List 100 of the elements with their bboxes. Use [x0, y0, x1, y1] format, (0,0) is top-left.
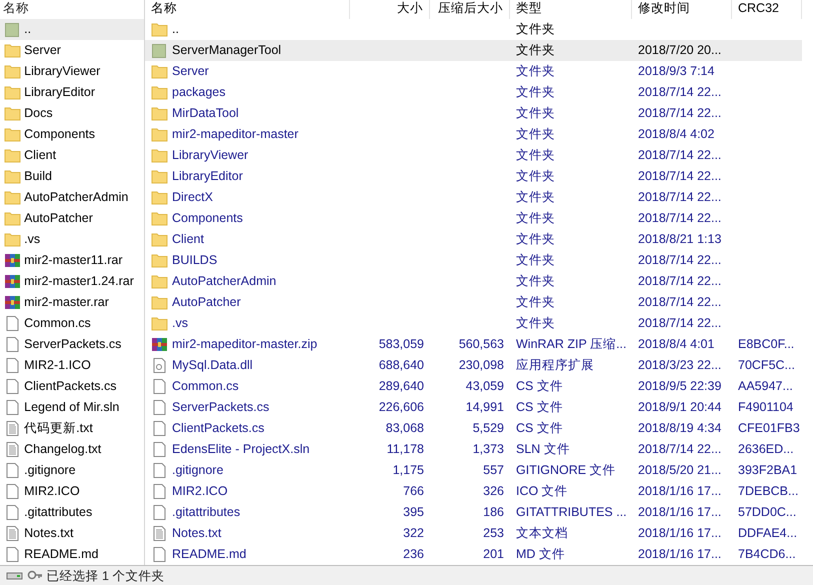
- table-cell: 文件夹: [516, 190, 555, 204]
- file-list-item[interactable]: MIR2.ICO: [0, 481, 144, 502]
- table-cell: 2018/1/16 17...: [638, 505, 722, 519]
- column-header[interactable]: 大小: [350, 0, 430, 19]
- file-list-item[interactable]: MIR2-1.ICO: [0, 355, 144, 376]
- table-cell: 83,068: [386, 421, 424, 435]
- file-list-row[interactable]: AutoPatcherAdmin 文件夹 2018/7/14 22...: [145, 271, 802, 292]
- column-header[interactable]: 名称: [0, 0, 144, 19]
- table-cell: 文件夹: [516, 43, 555, 57]
- file-icon: [151, 399, 168, 416]
- file-list-item[interactable]: Common.cs: [0, 313, 144, 334]
- column-header[interactable]: 压缩后大小: [430, 0, 510, 19]
- table-cell: 文件夹: [516, 295, 555, 309]
- file-list-row[interactable]: MIR2.ICO 766 326 ICO 文件 2018/1/16 17... 7DEBCB...: [145, 481, 802, 502]
- table-cell: 2018/9/3 7:14: [638, 64, 714, 78]
- file-list-row[interactable]: ClientPackets.cs 83,068 5,529 CS 文件 2018/8/19 4:34 CFE01FB3: [145, 418, 802, 439]
- file-list-item[interactable]: Legend of Mir.sln: [0, 397, 144, 418]
- file-list-item[interactable]: .gitignore: [0, 460, 144, 481]
- table-cell: 583,059: [378, 337, 424, 351]
- file-icon: [151, 462, 168, 479]
- folder-icon: [151, 105, 168, 122]
- file-list-row[interactable]: DirectX 文件夹 2018/7/14 22...: [145, 187, 802, 208]
- table-cell: 395: [403, 505, 424, 519]
- file-list-item[interactable]: README.md: [0, 544, 144, 565]
- file-list-item[interactable]: Build: [0, 166, 144, 187]
- archive-icon: [4, 294, 21, 311]
- table-cell: 322: [403, 526, 424, 540]
- table-cell: CFE01FB3: [738, 421, 800, 435]
- table-cell: 2018/7/14 22...: [638, 253, 722, 267]
- file-list-item[interactable]: Server: [0, 40, 144, 61]
- file-list-item[interactable]: LibraryEditor: [0, 82, 144, 103]
- column-header[interactable]: 类型: [510, 0, 632, 19]
- file-list-row[interactable]: Client 文件夹 2018/8/21 1:13: [145, 229, 802, 250]
- file-name: BUILDS: [172, 252, 218, 269]
- file-list-row[interactable]: Components 文件夹 2018/7/14 22...: [145, 208, 802, 229]
- file-list-item[interactable]: LibraryViewer: [0, 61, 144, 82]
- file-list-item[interactable]: .gitattributes: [0, 502, 144, 523]
- file-list-item[interactable]: Notes.txt: [0, 523, 144, 544]
- archive-icon: [4, 273, 21, 290]
- file-list-row[interactable]: mir2-mapeditor-master 文件夹 2018/8/4 4:02: [145, 124, 802, 145]
- file-list-item[interactable]: Components: [0, 124, 144, 145]
- file-name: mir2-mapeditor-master: [172, 126, 298, 143]
- file-list-item[interactable]: Docs: [0, 103, 144, 124]
- file-list-row[interactable]: MySql.Data.dll 688,640 230,098 应用程序扩展 2018/3/23 22... 70CF5C...: [145, 355, 802, 376]
- file-list-row[interactable]: AutoPatcher 文件夹 2018/7/14 22...: [145, 292, 802, 313]
- table-cell: E8BC0F...: [738, 337, 794, 351]
- column-header[interactable]: 修改时间: [632, 0, 732, 19]
- table-cell: 2018/7/14 22...: [638, 316, 722, 330]
- folder-icon: [4, 210, 21, 227]
- file-list-item[interactable]: ServerPackets.cs: [0, 334, 144, 355]
- table-cell: 文本文档: [516, 526, 568, 540]
- file-list-row[interactable]: README.md 236 201 MD 文件 2018/1/16 17... 7B4CD6...: [145, 544, 802, 565]
- column-header[interactable]: CRC32: [732, 0, 802, 19]
- file-list-item[interactable]: mir2-master1.24.rar: [0, 271, 144, 292]
- folder-icon: [4, 42, 21, 59]
- file-list-item[interactable]: ClientPackets.cs: [0, 376, 144, 397]
- file-list-row[interactable]: LibraryViewer 文件夹 2018/7/14 22...: [145, 145, 802, 166]
- file-name: Notes.txt: [172, 525, 222, 542]
- table-cell: 14,991: [466, 400, 504, 414]
- folder-icon: [151, 231, 168, 248]
- file-list-row[interactable]: .. 文件夹: [145, 19, 802, 40]
- file-list-row[interactable]: ServerPackets.cs 226,606 14,991 CS 文件 2018/9/1 20:44 F4901104: [145, 397, 802, 418]
- file-list-row[interactable]: mir2-mapeditor-master.zip 583,059 560,563 WinRAR ZIP 压缩... 2018/8/4 4:01 E8BC0F...: [145, 334, 802, 355]
- table-cell: 253: [483, 526, 504, 540]
- file-name: AutoPatcher: [172, 294, 241, 311]
- file-list-item[interactable]: AutoPatcher: [0, 208, 144, 229]
- file-list-item[interactable]: ..: [0, 19, 144, 40]
- file-list-row[interactable]: .gitignore 1,175 557 GITIGNORE 文件 2018/5/20 21... 393F2BA1: [145, 460, 802, 481]
- file-list-item[interactable]: 代码更新.txt: [0, 418, 144, 439]
- file-list-item[interactable]: .vs: [0, 229, 144, 250]
- file-list-row[interactable]: .vs 文件夹 2018/7/14 22...: [145, 313, 802, 334]
- table-cell: 688,640: [378, 358, 424, 372]
- table-cell: 326: [483, 484, 504, 498]
- file-name: DirectX: [172, 189, 213, 206]
- column-header[interactable]: 名称: [145, 0, 350, 19]
- table-cell: WinRAR ZIP 压缩...: [516, 337, 627, 351]
- archive-icon: [151, 336, 168, 353]
- file-list-row[interactable]: Notes.txt 322 253 文本文档 2018/1/16 17... DDFAE4...: [145, 523, 802, 544]
- file-list-item[interactable]: Client: [0, 145, 144, 166]
- text-file-icon: [4, 420, 21, 437]
- file-icon: [4, 546, 21, 563]
- file-list-row[interactable]: EdensElite - ProjectX.sln 11,178 1,373 SLN 文件 2018/7/14 22... 2636ED...: [145, 439, 802, 460]
- file-list-item[interactable]: mir2-master.rar: [0, 292, 144, 313]
- file-list-row[interactable]: LibraryEditor 文件夹 2018/7/14 22...: [145, 166, 802, 187]
- file-list-row[interactable]: BUILDS 文件夹 2018/7/14 22...: [145, 250, 802, 271]
- file-name: LibraryEditor: [172, 168, 243, 185]
- file-list-row[interactable]: Common.cs 289,640 43,059 CS 文件 2018/9/5 22:39 AA5947...: [145, 376, 802, 397]
- file-list-item[interactable]: Changelog.txt: [0, 439, 144, 460]
- file-list-row[interactable]: Server 文件夹 2018/9/3 7:14: [145, 61, 802, 82]
- file-list-row[interactable]: packages 文件夹 2018/7/14 22...: [145, 82, 802, 103]
- file-list-item[interactable]: AutoPatcherAdmin: [0, 187, 144, 208]
- file-list-item[interactable]: mir2-master11.rar: [0, 250, 144, 271]
- table-cell: 文件夹: [516, 316, 555, 330]
- table-cell: 文件夹: [516, 169, 555, 183]
- folder-icon: [4, 231, 21, 248]
- file-list-row[interactable]: .gitattributes 395 186 GITATTRIBUTES ... 2018/1/16 17... 57DD0C...: [145, 502, 802, 523]
- file-list-row[interactable]: ServerManagerTool 文件夹 2018/7/20 20...: [145, 40, 802, 61]
- table-cell: 186: [483, 505, 504, 519]
- file-icon: [151, 378, 168, 395]
- file-list-row[interactable]: MirDataTool 文件夹 2018/7/14 22...: [145, 103, 802, 124]
